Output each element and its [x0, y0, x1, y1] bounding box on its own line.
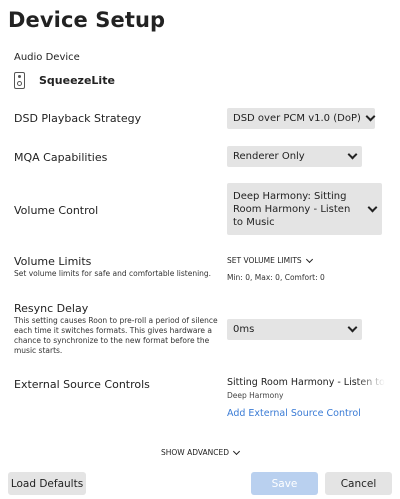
external-source-secondary: Deep Harmony — [227, 391, 284, 400]
external-source-primary[interactable]: Sitting Room Harmony - Listen to Music — [227, 377, 385, 388]
mqa-capabilities-select[interactable]: Renderer Only — [227, 146, 362, 167]
dsd-label: DSD Playback Strategy — [14, 112, 142, 125]
resync-delay-value: 0ms — [233, 324, 255, 335]
chevron-down-icon — [305, 255, 313, 263]
chevron-down-icon — [347, 322, 358, 333]
set-volume-limits-link[interactable]: SET VOLUME LIMITS — [227, 255, 313, 265]
chevron-down-icon — [365, 111, 376, 122]
chevron-down-icon — [367, 202, 378, 212]
audio-device-label: Audio Device — [14, 52, 80, 63]
volume-limits-label: Volume Limits — [14, 255, 92, 268]
show-advanced-label: SHOW ADVANCED — [160, 448, 230, 457]
show-advanced-toggle[interactable]: SHOW ADVANCED — [0, 447, 400, 457]
chevron-down-icon — [347, 149, 358, 160]
external-source-label: External Source Controls — [14, 378, 150, 391]
volume-control-select[interactable]: Deep Harmony: Sitting Room Harmony - Lis… — [227, 183, 382, 235]
load-defaults-button[interactable]: Load Defaults — [8, 472, 86, 495]
mqa-label: MQA Capabilities — [14, 151, 108, 164]
volume-control-value: Deep Harmony: Sitting Room Harmony - Lis… — [233, 190, 351, 228]
add-external-source-link[interactable]: Add External Source Control — [227, 408, 361, 419]
chevron-down-icon — [232, 447, 241, 455]
volume-limits-description: Set volume limits for safe and comfortab… — [14, 269, 212, 278]
mqa-capabilities-value: Renderer Only — [233, 151, 305, 162]
dsd-playback-value: DSD over PCM v1.0 (DoP) — [233, 113, 361, 124]
dsd-playback-select[interactable]: DSD over PCM v1.0 (DoP) — [227, 108, 376, 129]
volume-limits-values: Min: 0, Max: 0, Comfort: 0 — [227, 273, 325, 282]
resync-delay-label: Resync Delay — [14, 302, 89, 315]
device-name: SqueezeLite — [39, 73, 115, 87]
page-title: Device Setup — [8, 8, 166, 32]
save-button[interactable]: Save — [251, 472, 318, 495]
speaker-icon — [14, 71, 25, 89]
resync-delay-select[interactable]: 0ms — [227, 319, 362, 340]
audio-device-row: SqueezeLite — [14, 67, 115, 93]
cancel-button[interactable]: Cancel — [325, 472, 392, 495]
volume-control-label: Volume Control — [14, 204, 99, 217]
set-volume-limits-label: SET VOLUME LIMITS — [227, 256, 302, 265]
resync-delay-description: This setting causes Roon to pre-roll a p… — [14, 316, 218, 355]
